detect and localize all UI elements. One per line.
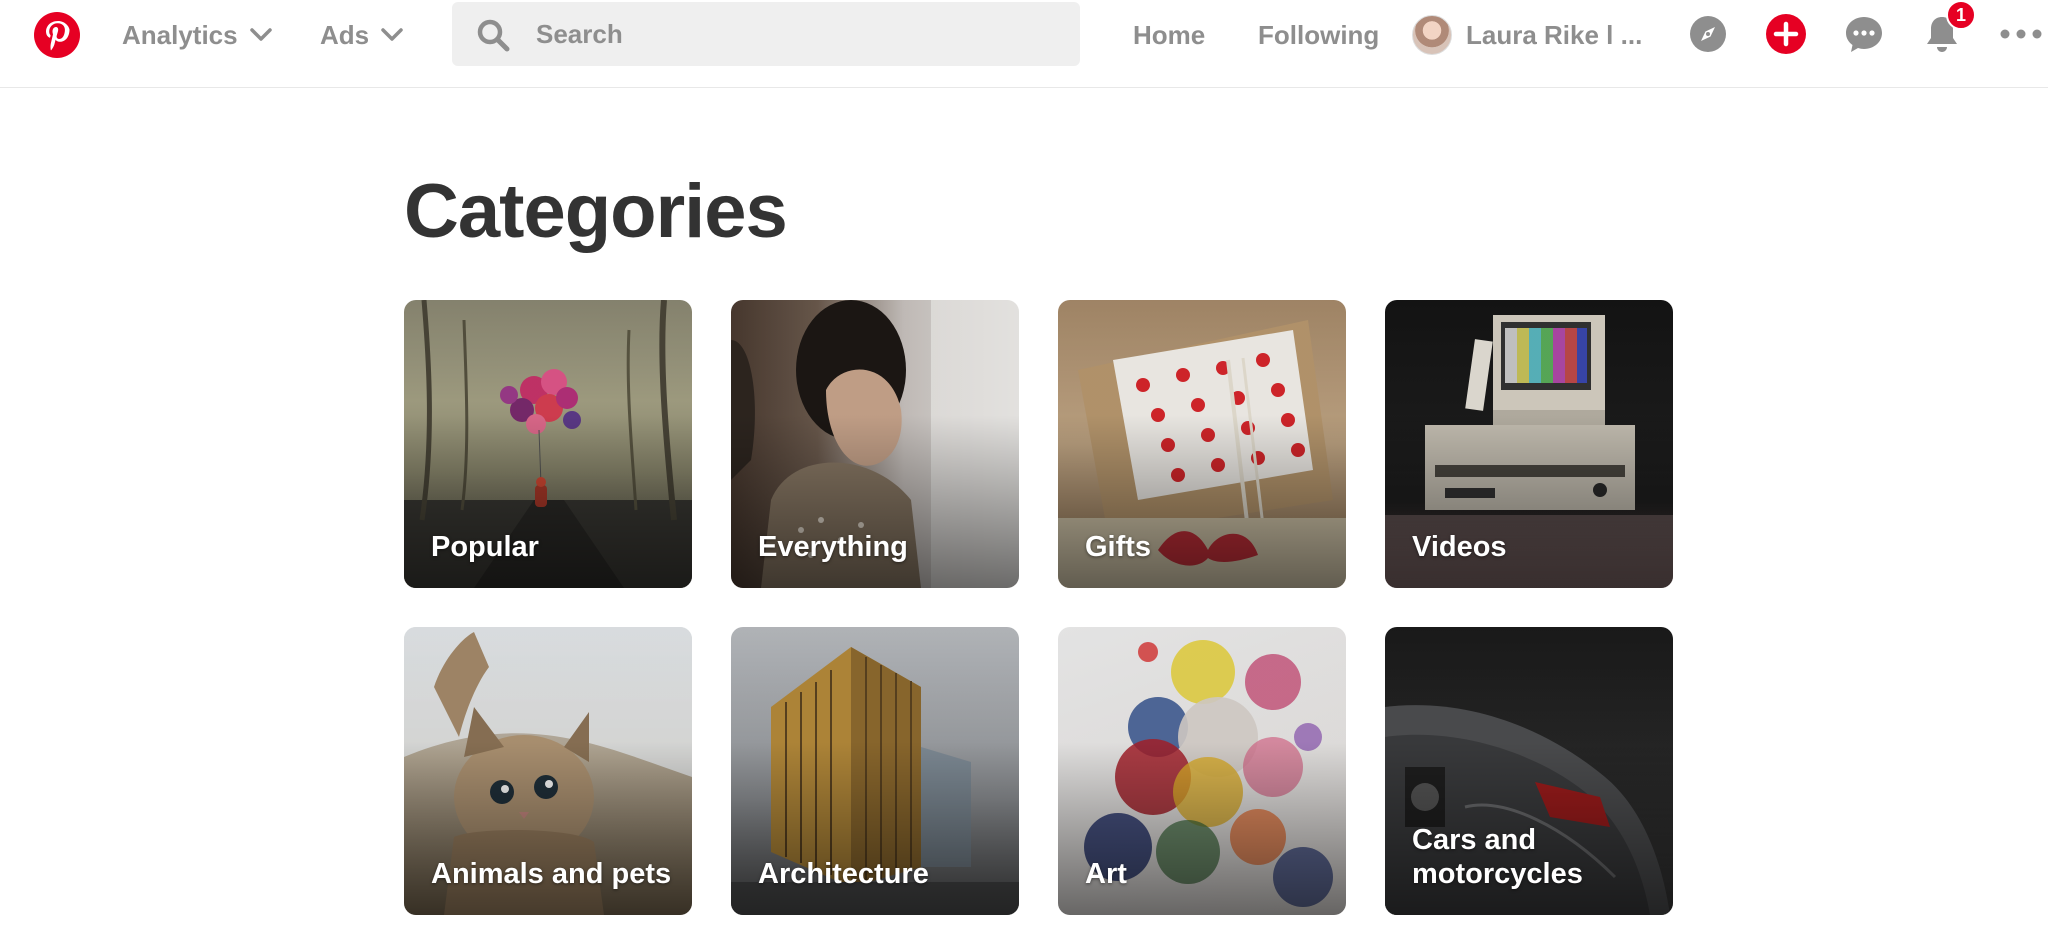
notification-count-badge: 1: [1946, 0, 1976, 30]
search-bar[interactable]: [452, 2, 1080, 66]
category-label: Art: [1085, 858, 1127, 890]
profile-link[interactable]: Laura Rike l ...: [1412, 14, 1642, 56]
category-label: Videos: [1412, 531, 1507, 563]
category-label: Animals and pets: [431, 858, 672, 890]
category-label: Gifts: [1085, 531, 1152, 563]
category-tile-art[interactable]: Art: [1058, 627, 1346, 915]
ads-menu[interactable]: Ads: [320, 16, 403, 54]
category-tile-gifts[interactable]: Gifts: [1058, 300, 1346, 588]
category-label: Cars and motorcycles: [1412, 824, 1583, 890]
add-pin-icon[interactable]: [1765, 13, 1807, 55]
search-input[interactable]: [536, 2, 1056, 66]
category-tile-cars-and-motorcycles[interactable]: Cars and motorcycles: [1385, 627, 1673, 915]
category-tile-popular[interactable]: Popular: [404, 300, 692, 588]
analytics-label: Analytics: [122, 19, 238, 50]
category-label: Everything: [758, 531, 908, 563]
chevron-down-icon: [249, 28, 272, 41]
category-label: Architecture: [758, 858, 929, 890]
home-link[interactable]: Home: [1133, 16, 1205, 54]
category-grid: Popular Everything Gifts Videos Animals …: [404, 300, 1676, 915]
explore-compass-icon[interactable]: [1687, 13, 1729, 55]
chevron-down-icon: [381, 28, 403, 41]
category-tile-videos[interactable]: Videos: [1385, 300, 1673, 588]
avatar: [1412, 15, 1452, 55]
messages-icon[interactable]: [1843, 13, 1885, 55]
category-label: Popular: [431, 531, 539, 563]
search-icon: [477, 19, 510, 52]
more-options-icon[interactable]: [1999, 13, 2043, 55]
top-nav-bar: Analytics Ads Home Following Laura Rike …: [0, 0, 2048, 88]
category-tile-animals-and-pets[interactable]: Animals and pets: [404, 627, 692, 915]
pinterest-logo-icon[interactable]: [34, 12, 80, 58]
page-title: Categories: [404, 169, 788, 254]
following-link[interactable]: Following: [1258, 16, 1379, 54]
category-tile-architecture[interactable]: Architecture: [731, 627, 1019, 915]
category-tile-everything[interactable]: Everything: [731, 300, 1019, 588]
analytics-menu[interactable]: Analytics: [122, 16, 272, 54]
ads-label: Ads: [320, 19, 370, 50]
profile-name: Laura Rike l ...: [1466, 19, 1643, 50]
